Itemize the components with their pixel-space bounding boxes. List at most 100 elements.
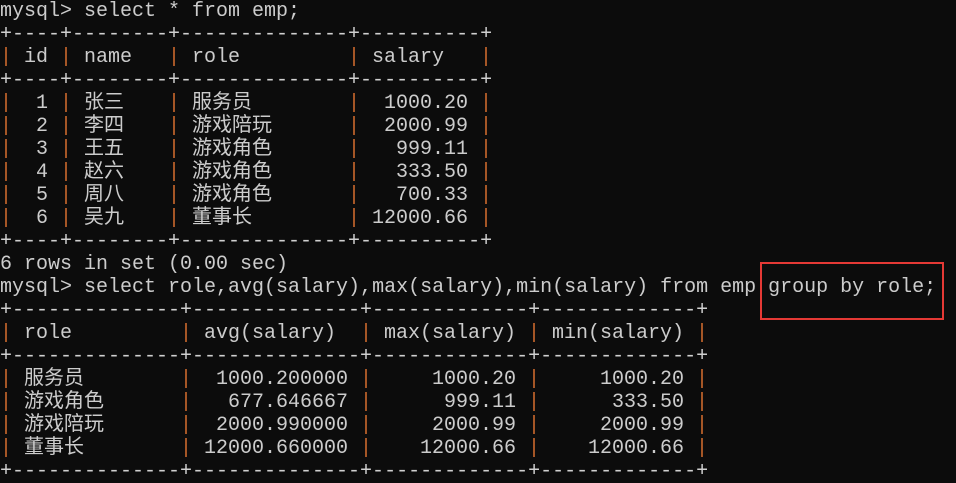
table-cell: 游戏角色 xyxy=(24,391,104,414)
column-separator: | xyxy=(0,207,13,230)
column-separator: | xyxy=(696,391,709,414)
column-separator: | xyxy=(528,368,541,391)
column-separator: | xyxy=(0,184,13,207)
query-line-text: select * from emp; xyxy=(84,0,301,23)
table-row: | 服务员 | 1000.200000 | 1000.20 | 1000.20 | xyxy=(0,368,936,391)
table-cell: 12000.66 xyxy=(419,437,516,460)
column-separator: | xyxy=(348,161,361,184)
table-cell: 12000.660000 xyxy=(203,437,348,460)
table-row: | 6 | 吴九 | 董事长 | 12000.66 | xyxy=(0,207,936,230)
column-separator: | xyxy=(60,184,73,207)
table-cell: 李四 xyxy=(84,115,124,138)
table-cell: 2000.990000 xyxy=(215,414,348,437)
column-separator: | xyxy=(60,161,73,184)
table-cell: 2 xyxy=(35,115,48,138)
column-separator: | xyxy=(168,207,181,230)
terminal-output: mysql> select * from emp; +----+--------+… xyxy=(0,0,936,483)
table-cell: 6 xyxy=(35,207,48,230)
table-row: | 游戏陪玩 | 2000.990000 | 2000.99 | 2000.99 | xyxy=(0,414,936,437)
column-separator: | xyxy=(360,368,373,391)
table-header-row: | role | avg(salary) | max(salary) | min(salary… xyxy=(0,322,936,345)
table-cell: 游戏角色 xyxy=(192,184,272,207)
column-separator: | xyxy=(180,322,193,345)
table-cell: 服务员 xyxy=(192,92,252,115)
column-separator: | xyxy=(168,184,181,207)
column-separator: | xyxy=(0,92,13,115)
column-separator: | xyxy=(480,184,493,207)
column-header: salary xyxy=(372,46,445,69)
table-cell: 1000.200000 xyxy=(215,368,348,391)
column-separator: | xyxy=(60,46,73,69)
table-row: | 4 | 赵六 | 游戏角色 | 333.50 | xyxy=(0,161,936,184)
column-separator: | xyxy=(0,46,13,69)
column-separator: | xyxy=(528,414,541,437)
table-border: +--------------+--------------+---------… xyxy=(0,345,709,368)
column-separator: | xyxy=(0,322,13,345)
table-cell: 999.11 xyxy=(395,138,468,161)
column-separator: | xyxy=(348,115,361,138)
table-row: | 董事长 | 12000.660000 | 12000.66 | 12000.66 | xyxy=(0,437,936,460)
table-cell: 1 xyxy=(35,92,48,115)
table-cell: 吴九 xyxy=(84,207,124,230)
column-separator: | xyxy=(0,161,13,184)
table-cell: 赵六 xyxy=(84,161,124,184)
table-cell: 董事长 xyxy=(24,437,84,460)
column-separator: | xyxy=(0,391,13,414)
column-separator: | xyxy=(348,46,361,69)
table-cell: 游戏陪玩 xyxy=(24,414,104,437)
column-separator: | xyxy=(360,414,373,437)
table-cell: 3 xyxy=(35,138,48,161)
table-cell: 王五 xyxy=(84,138,124,161)
column-separator: | xyxy=(480,46,493,69)
column-separator: | xyxy=(0,115,13,138)
table-cell: 12000.66 xyxy=(587,437,684,460)
column-separator: | xyxy=(180,437,193,460)
column-header: name xyxy=(84,46,133,69)
column-separator: | xyxy=(180,368,193,391)
table-cell: 张三 xyxy=(84,92,124,115)
column-separator: | xyxy=(0,414,13,437)
column-header: role xyxy=(192,46,241,69)
table-cell: 服务员 xyxy=(24,368,84,391)
column-separator: | xyxy=(360,437,373,460)
column-separator: | xyxy=(696,368,709,391)
column-separator: | xyxy=(696,414,709,437)
column-header: role xyxy=(24,322,73,345)
table-row: | 游戏角色 | 677.646667 | 999.11 | 333.50 | xyxy=(0,391,936,414)
column-separator: | xyxy=(360,322,373,345)
column-separator: | xyxy=(348,207,361,230)
column-separator: | xyxy=(528,437,541,460)
column-separator: | xyxy=(696,322,709,345)
column-separator: | xyxy=(480,92,493,115)
table-cell: 999.11 xyxy=(443,391,516,414)
column-separator: | xyxy=(168,115,181,138)
table-border: +--------------+--------------+---------… xyxy=(0,460,709,483)
column-separator: | xyxy=(60,207,73,230)
column-separator: | xyxy=(0,368,13,391)
table-cell: 游戏角色 xyxy=(192,161,272,184)
table-cell: 677.646667 xyxy=(227,391,348,414)
table-cell: 游戏陪玩 xyxy=(192,115,272,138)
column-separator: | xyxy=(480,161,493,184)
table-cell: 333.50 xyxy=(395,161,468,184)
table-cell: 周八 xyxy=(84,184,124,207)
column-separator: | xyxy=(168,46,181,69)
column-separator: | xyxy=(480,138,493,161)
column-header: avg(salary) xyxy=(204,322,337,345)
table-border: +----+--------+--------------+----------… xyxy=(0,230,493,253)
table-cell: 5 xyxy=(35,184,48,207)
prompt: mysql> xyxy=(0,0,85,23)
column-separator: | xyxy=(348,138,361,161)
column-separator: | xyxy=(60,92,73,115)
table-row: | 2 | 李四 | 游戏陪玩 | 2000.99 | xyxy=(0,115,936,138)
table-cell: 4 xyxy=(35,161,48,184)
column-separator: | xyxy=(348,92,361,115)
column-separator: | xyxy=(480,207,493,230)
column-separator: | xyxy=(480,115,493,138)
column-header: min(salary) xyxy=(552,322,685,345)
column-header: max(salary) xyxy=(384,322,517,345)
table-header-row: | id | name | role | salary | xyxy=(0,46,936,69)
column-separator: | xyxy=(168,138,181,161)
column-separator: | xyxy=(0,138,13,161)
column-separator: | xyxy=(60,138,73,161)
